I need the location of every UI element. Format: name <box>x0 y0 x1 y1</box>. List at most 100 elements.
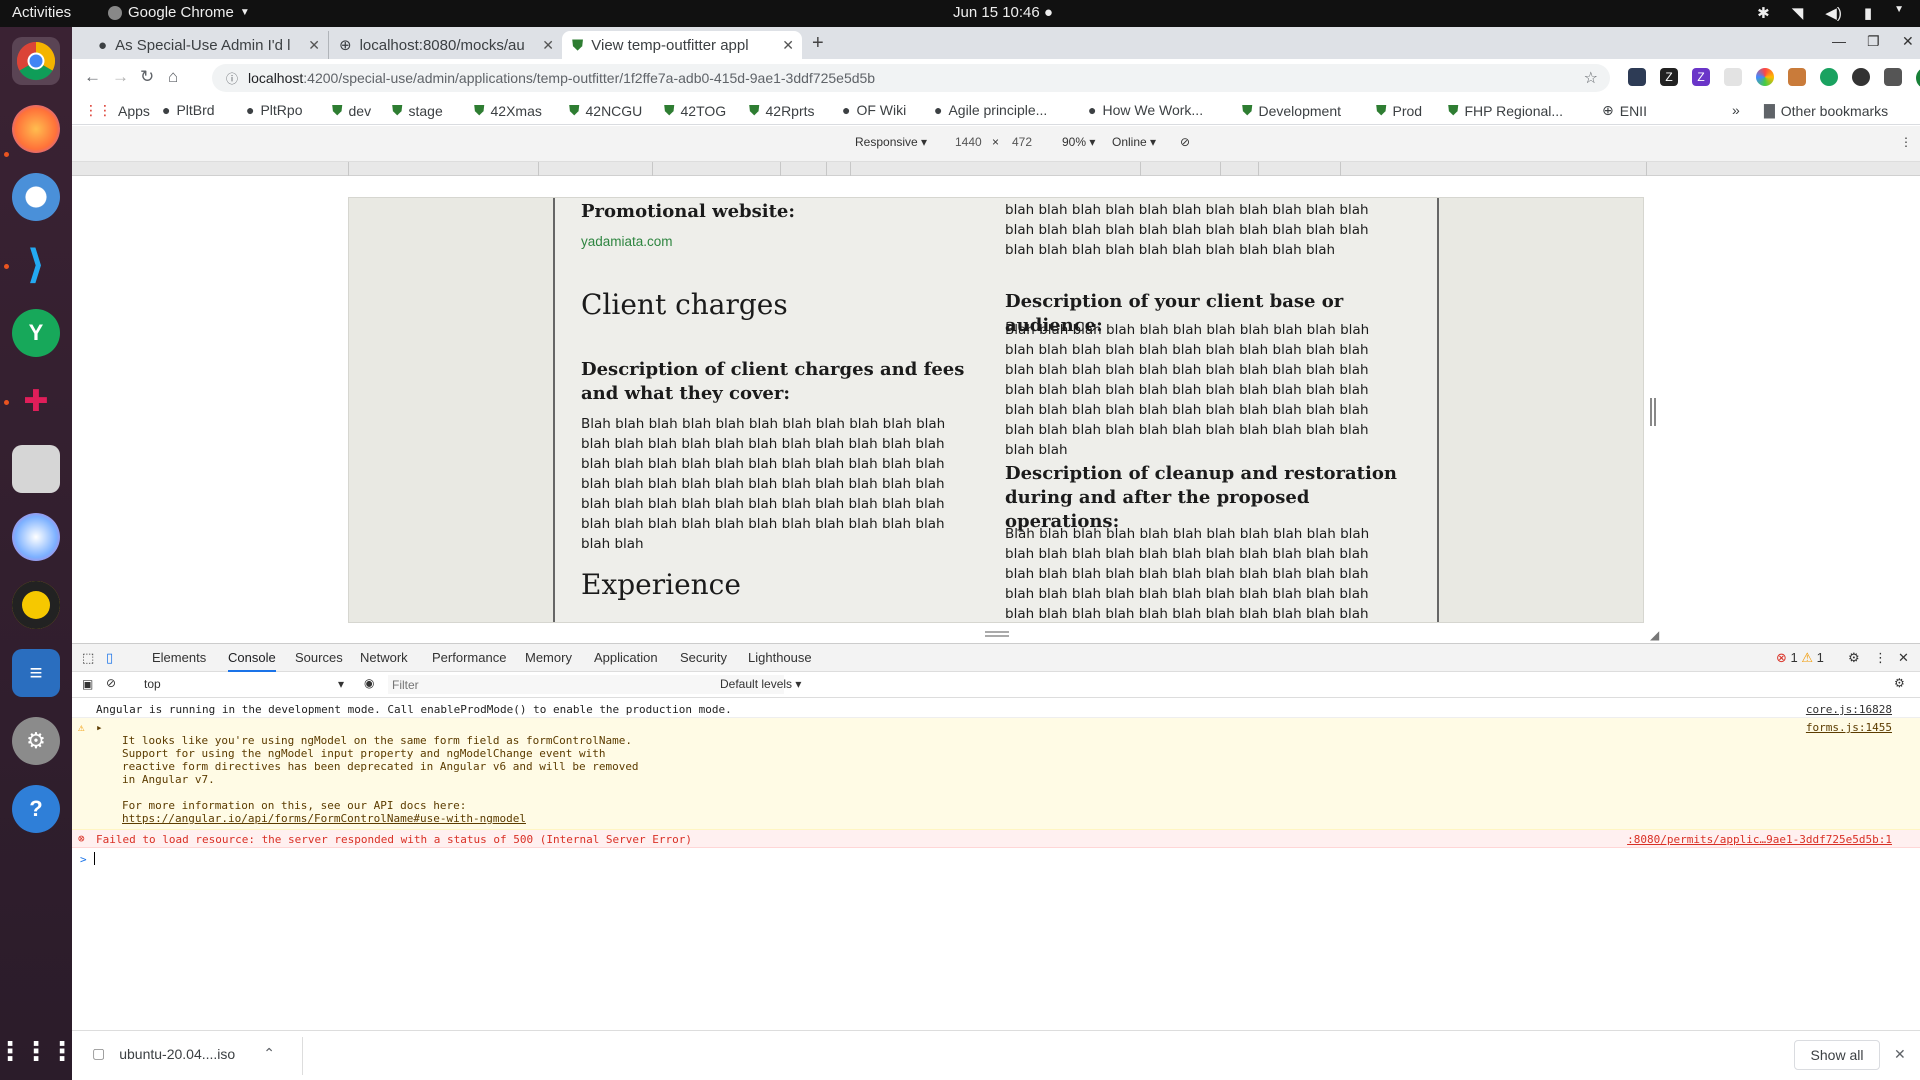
extension-doc-icon[interactable] <box>1724 68 1742 86</box>
tab-security[interactable]: Security <box>680 650 727 665</box>
home-button[interactable]: ⌂ <box>168 67 178 87</box>
bookmark-pltbrd[interactable]: ● PltBrd <box>162 102 215 118</box>
bookmark-42xmas[interactable]: ⛊ 42Xmas <box>474 102 542 119</box>
live-expression-eye-icon[interactable]: ◉ <box>364 676 374 690</box>
clock[interactable]: Jun 15 10:46 ● <box>953 4 1053 21</box>
download-item[interactable]: ▢ ubuntu-20.04....iso ⌃ <box>92 1045 275 1062</box>
tab-console[interactable]: Console <box>228 650 276 672</box>
device-mode-select[interactable]: Responsive ▾ <box>855 135 927 149</box>
forward-button[interactable]: → <box>112 67 129 87</box>
device-toolbar-menu-icon[interactable]: ⋮ <box>1900 135 1912 149</box>
maximize-window-button[interactable]: ❐ <box>1867 33 1880 50</box>
bookmark-apps[interactable]: ⋮⋮ Apps <box>84 102 150 119</box>
close-tab-icon[interactable]: ✕ <box>782 37 794 54</box>
sidebar-toggle-icon[interactable]: ▣ <box>82 677 93 691</box>
new-tab-button[interactable]: + <box>812 32 824 55</box>
extension-green-icon[interactable] <box>1820 68 1838 86</box>
extension-eyedropper-icon[interactable] <box>1788 68 1806 86</box>
throttle-select[interactable]: Online ▾ <box>1112 135 1156 149</box>
tab-special-use-admin[interactable]: ● As Special-Use Admin I'd l ✕ <box>88 31 328 59</box>
extension-color-icon[interactable] <box>1756 68 1774 86</box>
devtools-settings-icon[interactable]: ⚙ <box>1848 650 1860 666</box>
media-query-ruler[interactable] <box>72 162 1920 176</box>
libreoffice-writer-dock-icon[interactable]: ≡ <box>12 649 60 697</box>
console-source-link[interactable]: :8080/permits/applic…9ae1-3ddf725e5d5b:1 <box>1627 833 1892 846</box>
viewport-height-resize-handle[interactable] <box>985 631 1009 637</box>
bookmark-fhp-regional[interactable]: ⛊ FHP Regional... <box>1448 102 1563 119</box>
bookmark-pltrpo[interactable]: ● PltRpo <box>246 102 303 118</box>
close-shelf-icon[interactable]: ✕ <box>1894 1046 1906 1063</box>
bookmark-of-wiki[interactable]: ● OF Wiki <box>842 102 906 118</box>
bookmark-development[interactable]: ⛊ Development <box>1242 102 1341 119</box>
log-levels-select[interactable]: Default levels ▾ <box>720 677 801 691</box>
close-tab-icon[interactable]: ✕ <box>308 37 320 54</box>
close-window-button[interactable]: ✕ <box>1902 33 1914 50</box>
chevron-up-icon[interactable]: ⌃ <box>263 1045 275 1062</box>
address-bar[interactable]: ⓘ localhost:4200/special-use/admin/appli… <box>212 64 1610 92</box>
viewport-width-input[interactable]: 1440 <box>955 135 982 149</box>
yakyak-dock-icon[interactable]: Y <box>12 309 60 357</box>
bookmarks-overflow-chevron-icon[interactable]: » <box>1732 102 1740 118</box>
slack-dock-icon[interactable]: ✚ <box>12 377 60 425</box>
tab-application[interactable]: Application <box>594 650 658 665</box>
reload-button[interactable]: ↻ <box>140 67 154 87</box>
viewport-corner-resize-icon[interactable]: ◢ <box>1650 628 1659 642</box>
show-applications-icon[interactable]: ⋮⋮⋮ <box>0 1027 75 1075</box>
angular-docs-link[interactable]: https://angular.io/api/forms/FormControl… <box>122 812 639 825</box>
extension-icon[interactable] <box>1628 68 1646 86</box>
info-icon[interactable]: ⓘ <box>226 70 238 87</box>
profile-avatar[interactable]: D <box>1916 67 1920 89</box>
show-all-button[interactable]: Show all <box>1794 1040 1880 1070</box>
bookmark-star-icon[interactable]: ☆ <box>1584 68 1598 88</box>
back-button[interactable]: ← <box>84 67 101 87</box>
tab-memory[interactable]: Memory <box>525 650 572 665</box>
system-tray[interactable]: ✱ ◥ ◀) ▮ ▼ <box>1757 4 1904 22</box>
tab-performance[interactable]: Performance <box>432 650 506 665</box>
vscode-dock-icon[interactable]: ⟩ <box>12 241 60 289</box>
promotional-website-link[interactable]: yadamiata.com <box>581 234 673 249</box>
context-select[interactable]: top ▾ <box>144 677 344 691</box>
devtools-menu-icon[interactable]: ⋮ <box>1874 650 1887 666</box>
viewport-width-resize-handle[interactable] <box>1650 398 1656 426</box>
settings-dock-icon[interactable]: ⚙ <box>12 717 60 765</box>
rotate-icon[interactable]: ⊘ <box>1180 135 1190 149</box>
clear-console-icon[interactable]: ⊘ <box>106 676 116 690</box>
bookmark-stage[interactable]: ⛊ stage <box>392 102 443 119</box>
rhythmbox-dock-icon[interactable] <box>12 581 60 629</box>
zoom-select[interactable]: 90% ▾ <box>1062 135 1095 149</box>
console-prompt[interactable]: > <box>72 850 1920 868</box>
extension-grid-icon[interactable] <box>1884 68 1902 86</box>
chromium-dock-icon[interactable] <box>12 173 60 221</box>
console-settings-icon[interactable]: ⚙ <box>1894 676 1905 690</box>
tab-lighthouse[interactable]: Lighthouse <box>748 650 812 665</box>
app-menu[interactable]: Google Chrome ▼ <box>108 4 250 21</box>
extension-z-purple-icon[interactable]: Z <box>1692 68 1710 86</box>
expand-triangle-icon[interactable]: ▸ <box>96 721 103 734</box>
bookmark-42rprts[interactable]: ⛊ 42Rprts <box>749 102 815 119</box>
extension-z-icon[interactable]: Z <box>1660 68 1678 86</box>
bookmark-agile-principles[interactable]: ● Agile principle... <box>934 102 1047 118</box>
devtools-close-icon[interactable]: ✕ <box>1898 650 1909 666</box>
console-source-link[interactable]: core.js:16828 <box>1806 703 1892 716</box>
bookmark-prod[interactable]: ⛊ Prod <box>1376 102 1422 119</box>
issue-counter[interactable]: ⊗ 1 ⚠ 1 <box>1776 650 1824 666</box>
device-toggle-icon[interactable]: ▯ <box>106 650 113 666</box>
help-dock-icon[interactable]: ? <box>12 785 60 833</box>
console-source-link[interactable]: forms.js:1455 <box>1806 721 1892 734</box>
tab-elements[interactable]: Elements <box>152 650 206 665</box>
firefox-dock-icon[interactable] <box>12 105 60 153</box>
activities-button[interactable]: Activities <box>12 4 71 21</box>
tab-sources[interactable]: Sources <box>295 650 343 665</box>
bookmark-how-we-work[interactable]: ● How We Work... <box>1088 102 1203 118</box>
other-bookmarks[interactable]: ▇ Other bookmarks <box>1764 102 1888 119</box>
bookmark-dev[interactable]: ⛊ dev <box>332 102 371 119</box>
close-tab-icon[interactable]: ✕ <box>542 37 554 54</box>
bookmark-42tog[interactable]: ⛊ 42TOG <box>664 102 726 119</box>
bookmark-enii[interactable]: ⊕ ENII <box>1602 102 1647 119</box>
files-dock-icon[interactable] <box>12 445 60 493</box>
tab-localhost-mocks[interactable]: ⊕ localhost:8080/mocks/au ✕ <box>328 31 562 59</box>
inspect-element-icon[interactable]: ⬚ <box>82 650 94 666</box>
chrome-dock-icon[interactable] <box>12 37 60 85</box>
drawing-dock-icon[interactable] <box>12 513 60 561</box>
tab-view-temp-outfitter[interactable]: ⛊ View temp-outfitter appl ✕ <box>562 31 802 59</box>
